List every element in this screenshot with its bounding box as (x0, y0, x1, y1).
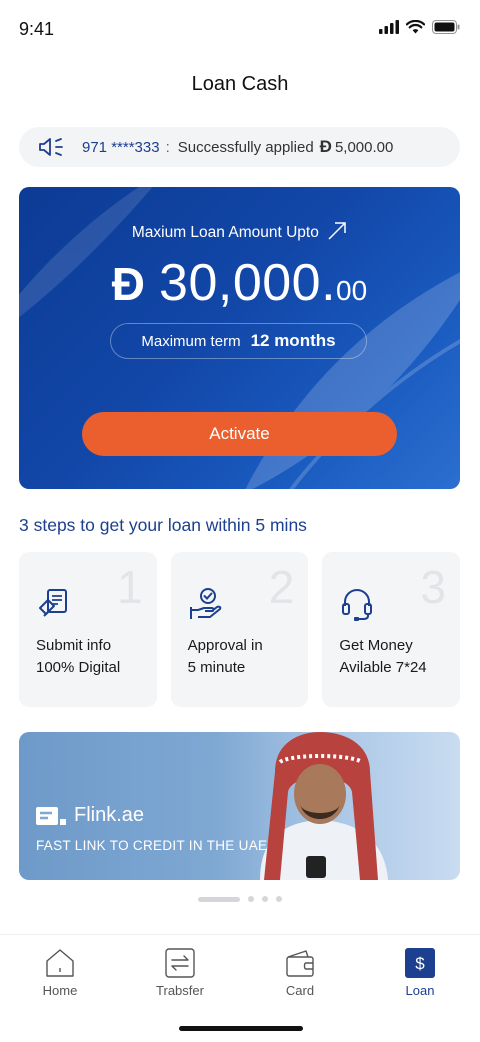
step-number: 1 (117, 561, 143, 613)
status-time: 9:41 (19, 19, 55, 39)
max-loan-label[interactable]: Maxium Loan Amount Upto (19, 222, 460, 242)
pager-dot[interactable] (248, 896, 254, 902)
max-term-pill: Maximum term 12 months (110, 323, 367, 359)
step-number: 3 (420, 561, 447, 613)
status-icons (379, 20, 460, 34)
person-photo (260, 732, 388, 880)
speaker-icon (39, 138, 63, 156)
document-icon (39, 589, 67, 617)
amount-integer: 30,000. (159, 254, 337, 312)
notice-message: Successfully applied (177, 138, 314, 156)
battery-icon (432, 20, 460, 34)
pager-dot[interactable] (262, 896, 268, 902)
brand-name: Flink.ae (74, 804, 145, 826)
pager-dot-active[interactable] (198, 896, 240, 902)
amount-currency-symbol: Đ (111, 258, 146, 310)
promo-banner[interactable]: Flink.ae FAST LINK TO CREDIT IN THE UAE (19, 732, 460, 880)
loan-offer-card: Maxium Loan Amount Upto Đ 30,000.00 Maxim… (19, 187, 460, 489)
tab-label: Loan (405, 983, 435, 998)
step-card-get-money: 3 Get Money Avilable 7*24 (322, 552, 461, 707)
arrow-up-right-icon (328, 222, 346, 240)
amount-decimal: 00 (336, 275, 368, 306)
step-line-1: Submit info (36, 637, 112, 654)
notice-amount: 5,000.00 (334, 138, 394, 156)
step-line-2: 5 minute (187, 659, 246, 676)
step-card-submit: 1 Submit info 100% Digital (19, 552, 157, 707)
application-notice-bar[interactable]: 971 ****333 : Successfully applied Đ 5,0… (19, 127, 460, 167)
svg-text:$: $ (415, 954, 425, 973)
step-line-2: 100% Digital (36, 659, 121, 676)
step-line-1: Get Money (339, 637, 413, 654)
max-loan-label-text: Maxium Loan Amount Upto (131, 224, 319, 241)
step-line-2: Avilable 7*24 (339, 659, 427, 676)
headset-icon (342, 589, 373, 621)
steps-title: 3 steps to get your loan within 5 mins (19, 515, 307, 535)
transfer-icon (165, 948, 195, 978)
home-indicator (179, 1026, 303, 1031)
step-line-1: Approval in (187, 637, 263, 654)
home-icon (46, 949, 74, 977)
tab-loan[interactable]: $ Loan (360, 935, 480, 1004)
page-title: Loan Cash (191, 73, 289, 95)
banner-pager (0, 896, 480, 902)
tab-card[interactable]: Card (240, 935, 360, 1004)
banner-tagline: FAST LINK TO CREDIT IN THE UAE (36, 838, 268, 853)
steps-row: 1 Submit info 100% Digital 2 Approval in… (19, 552, 461, 707)
loan-dollar-icon: $ (405, 948, 435, 978)
step-text: Approval in 5 minute (188, 635, 263, 679)
tab-label: Card (285, 983, 315, 998)
wallet-icon (286, 950, 314, 977)
step-number: 2 (268, 561, 295, 613)
term-value: 12 months (250, 331, 336, 350)
wifi-icon (406, 20, 425, 34)
status-bar: 9:41 (0, 0, 480, 56)
max-loan-amount: Đ 30,000.00 (19, 253, 460, 313)
step-card-approval: 2 Approval in 5 minute (170, 552, 309, 707)
tab-transfer[interactable]: Trabsfer (120, 935, 240, 1004)
notice-currency-symbol: Đ (319, 137, 332, 156)
brand-row: Flink.ae (36, 804, 144, 827)
approval-hand-icon (189, 588, 221, 619)
notice-separator: : (165, 138, 170, 156)
notice-phone: 971 ****333 (82, 138, 160, 156)
tab-label: Trabsfer (156, 983, 204, 998)
signal-icon (379, 20, 399, 34)
bottom-tab-bar: Home Trabsfer Card $ Loan (0, 934, 480, 1004)
tab-home[interactable]: Home (0, 935, 120, 1004)
pager-dot[interactable] (276, 896, 282, 902)
step-text: Get Money Avilable 7*24 (339, 635, 426, 679)
activate-button[interactable]: Activate (82, 412, 397, 456)
term-label: Maximum term (141, 332, 241, 350)
flink-logo-icon (36, 806, 66, 825)
step-text: Submit info 100% Digital (36, 635, 120, 679)
tab-label: Home (42, 983, 78, 998)
